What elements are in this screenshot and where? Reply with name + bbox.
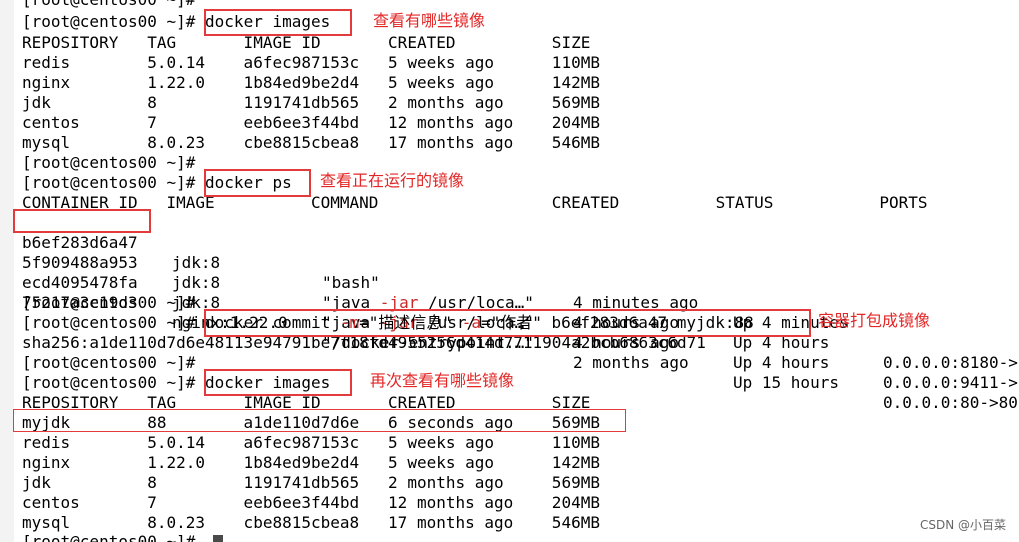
terminal-window[interactable]: [root@centos00 ~]# [root@centos00 ~]# do… [0, 0, 1019, 542]
highlight-box-new-image-row [13, 409, 626, 432]
terminal-line-partial-top: [root@centos00 ~]# [22, 0, 195, 10]
ps-table-header: CONTAINER ID IMAGE COMMAND CREATED STATU… [22, 193, 928, 212]
left-gutter [0, 0, 14, 542]
highlight-box-container-id [13, 209, 151, 233]
images-table-row: jdk 8 1191741db565 2 months ago 569MB [22, 93, 600, 112]
highlight-box-docker-images [204, 9, 352, 36]
images-table-row: mysql 8.0.23 cbe8815cbea8 17 months ago … [22, 133, 600, 152]
ps-table-row: ecd4095478fa jdk:8 "java -jar /usr/loca…… [22, 273, 1018, 392]
annotation-view-running: 查看正在运行的镜像 [320, 171, 465, 190]
terminal-line-prompt: [root@centos00 ~]# [22, 293, 196, 312]
images-table-header: REPOSITORY TAG IMAGE ID CREATED SIZE [22, 33, 591, 52]
images-table-row: jdk 8 1191741db565 2 months ago 569MB [22, 473, 600, 492]
terminal-line-prompt: [root@centos00 ~]# [22, 153, 196, 172]
highlight-box-docker-ps [204, 169, 311, 197]
images-table-row: mysql 8.0.23 cbe8815cbea8 17 months ago … [22, 513, 600, 532]
images-table-row: centos 7 eeb6ee3f44bd 12 months ago 204M… [22, 493, 600, 512]
annotation-view-images-again: 再次查看有哪些镜像 [370, 371, 515, 390]
images-table-row: nginx 1.22.0 1b84ed9be2d4 5 weeks ago 14… [22, 73, 600, 92]
terminal-line-partial-bottom: [root@centos00 ~]# [22, 532, 196, 542]
images-table-row: nginx 1.22.0 1b84ed9be2d4 5 weeks ago 14… [22, 453, 600, 472]
watermark: CSDN @小百菜 [919, 518, 1006, 532]
annotation-commit: 容器打包成镜像 [818, 311, 931, 330]
ps-table-row: 75217a3c19d3 nginx:1.22.0 "/docker-entry… [22, 293, 1018, 412]
highlight-box-docker-images-again [204, 369, 352, 396]
ps-table-row: 5f909488a953 jdk:8 "java -jar /usr/loca…… [22, 253, 1018, 372]
highlight-box-docker-commit [204, 309, 811, 337]
images-table-row: redis 5.0.14 a6fec987153c 5 weeks ago 11… [22, 53, 600, 72]
annotation-view-images: 查看有哪些镜像 [373, 11, 486, 30]
images-table-row: centos 7 eeb6ee3f44bd 12 months ago 204M… [22, 113, 600, 132]
text-cursor [213, 535, 223, 542]
terminal-line-prompt: [root@centos00 ~]# [22, 353, 196, 372]
images-table-row: redis 5.0.14 a6fec987153c 5 weeks ago 11… [22, 433, 600, 452]
